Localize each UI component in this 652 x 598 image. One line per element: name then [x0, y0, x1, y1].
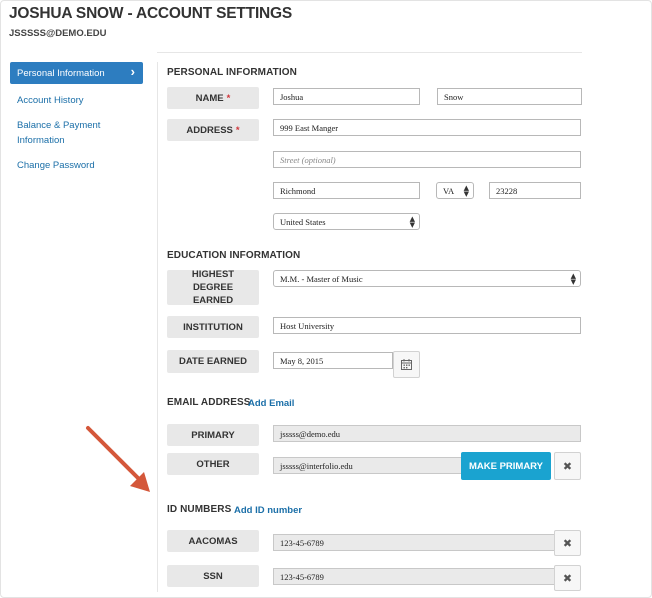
add-email-link[interactable]: Add Email: [248, 398, 294, 409]
country-select[interactable]: United States ▲ ▼: [273, 213, 420, 230]
zip-input[interactable]: 23228: [489, 182, 581, 199]
remove-email-button[interactable]: ✖: [554, 452, 581, 480]
close-icon: ✖: [562, 571, 573, 585]
other-email-label: OTHER: [167, 453, 259, 475]
sidebar-item-balance-payment[interactable]: Balance & Payment Information: [10, 113, 143, 153]
degree-label: HIGHEST DEGREE EARNED: [167, 269, 259, 306]
institution-label: INSTITUTION: [167, 316, 259, 338]
select-arrows-icon: ▲ ▼: [409, 215, 415, 229]
institution-input[interactable]: Host University: [273, 317, 581, 334]
chevron-right-icon: ›: [130, 64, 135, 79]
annotation-arrow-icon: [86, 426, 150, 492]
section-title-personal: PERSONAL INFORMATION: [167, 67, 297, 78]
page-title: JOSHUA SNOW - ACCOUNT SETTINGS: [9, 5, 293, 22]
section-title-id-numbers: ID NUMBERS: [167, 504, 232, 515]
header-divider: [157, 52, 582, 53]
id-value-field: 123-45-6789: [273, 534, 555, 551]
primary-email-label: PRIMARY: [167, 424, 259, 446]
address-label: ADDRESS *: [167, 119, 259, 141]
calendar-icon[interactable]: [393, 351, 420, 378]
date-earned-label: DATE EARNED: [167, 350, 259, 373]
required-marker: *: [226, 92, 231, 104]
section-title-email: EMAIL ADDRESS: [167, 397, 251, 408]
required-marker: *: [235, 124, 240, 136]
name-label: NAME *: [167, 87, 259, 109]
city-input[interactable]: Richmond: [273, 182, 420, 199]
other-email-field: jsssss@interfolio.edu: [273, 457, 463, 474]
sidebar-nav: Personal Information › Account History B…: [10, 62, 143, 178]
account-email: JSSSSS@DEMO.EDU: [9, 28, 107, 39]
sidebar-item-personal-information[interactable]: Personal Information ›: [10, 62, 143, 84]
add-id-number-link[interactable]: Add ID number: [234, 505, 302, 516]
section-title-education: EDUCATION INFORMATION: [167, 250, 301, 261]
sidebar-divider: [157, 62, 158, 592]
sidebar-item-account-history[interactable]: Account History: [10, 88, 143, 113]
select-arrows-icon: ▲ ▼: [570, 272, 576, 286]
id-label: AACOMAS: [167, 530, 259, 552]
street-optional-input[interactable]: Street (optional): [273, 151, 581, 168]
state-select[interactable]: VA ▲ ▼: [436, 182, 474, 199]
remove-id-button[interactable]: ✖: [554, 565, 581, 591]
degree-select[interactable]: M.M. - Master of Music ▲ ▼: [273, 270, 581, 287]
last-name-input[interactable]: Snow: [437, 88, 582, 105]
primary-email-field: jsssss@demo.edu: [273, 425, 581, 442]
date-earned-input[interactable]: May 8, 2015: [273, 352, 393, 369]
close-icon: ✖: [562, 459, 573, 473]
select-arrows-icon: ▲ ▼: [463, 184, 469, 198]
remove-id-button[interactable]: ✖: [554, 530, 581, 556]
id-label: SSN: [167, 565, 259, 587]
close-icon: ✖: [562, 536, 573, 550]
id-value-field: 123-45-6789: [273, 568, 555, 585]
first-name-input[interactable]: Joshua: [273, 88, 420, 105]
sidebar-item-change-password[interactable]: Change Password: [10, 153, 143, 178]
sidebar-item-label: Personal Information: [17, 68, 105, 79]
street-input[interactable]: 999 East Manger: [273, 119, 581, 136]
make-primary-button[interactable]: MAKE PRIMARY: [461, 452, 551, 480]
